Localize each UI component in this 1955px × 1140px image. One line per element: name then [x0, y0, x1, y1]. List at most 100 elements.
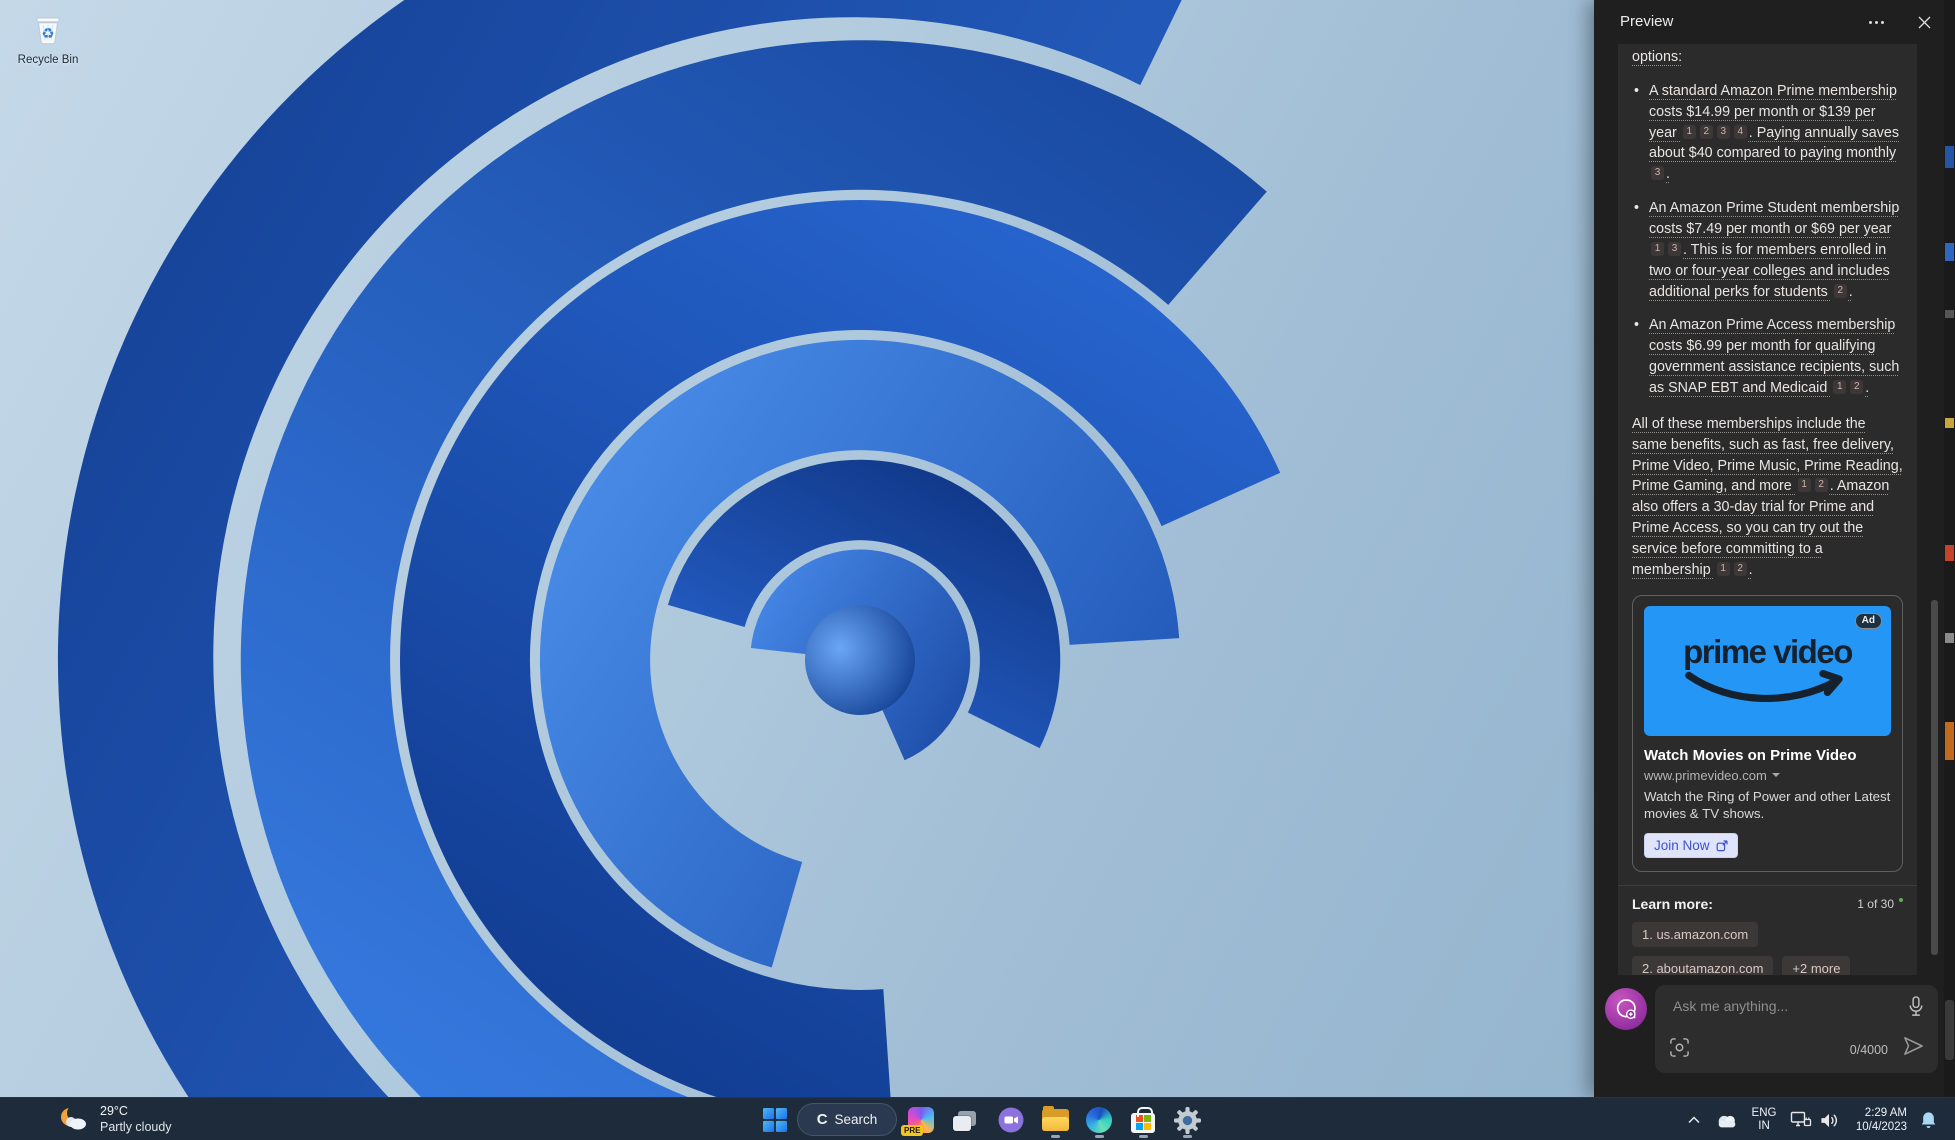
citation-chip[interactable]: 3 — [1651, 166, 1664, 180]
citation-chip[interactable]: 1 — [1683, 125, 1696, 139]
copilot-preview-badge: PRE — [901, 1125, 923, 1136]
learn-more-link[interactable]: 2. aboutamazon.com — [1632, 956, 1773, 975]
chat-input[interactable] — [1671, 997, 1881, 1015]
volume-tray-button[interactable] — [1814, 1103, 1844, 1137]
running-indicator — [1051, 1135, 1060, 1138]
citation-chip[interactable]: 1 — [1717, 562, 1730, 576]
partly-cloudy-night-icon — [56, 1103, 90, 1135]
settings-gear-icon — [1174, 1107, 1201, 1134]
weather-condition: Partly cloudy — [100, 1119, 172, 1135]
citation-chip[interactable]: 2 — [1700, 125, 1713, 139]
close-icon — [1918, 16, 1931, 29]
chat-button[interactable] — [993, 1103, 1029, 1137]
message-text: . — [1865, 380, 1869, 396]
notification-bell-icon — [1919, 1110, 1938, 1130]
citation-chip[interactable]: 2 — [1850, 380, 1863, 394]
chat-input-container: 0/4000 — [1655, 985, 1938, 1073]
join-now-label: Join Now — [1654, 838, 1710, 853]
screen: ♻ Recycle Bin Preview options:A standard… — [0, 0, 1955, 1140]
message-text: . — [1849, 284, 1853, 300]
more-options-icon — [1869, 21, 1884, 24]
clock-tray-button[interactable]: 2:29 AM 10/4/2023 — [1848, 1103, 1910, 1137]
task-view-button[interactable] — [948, 1103, 984, 1137]
citation-chip[interactable]: 3 — [1717, 125, 1730, 139]
citation-chip[interactable]: 2 — [1815, 478, 1828, 492]
learn-more-link[interactable]: 1. us.amazon.com — [1632, 922, 1758, 947]
chevron-down-icon — [1772, 773, 1780, 777]
tray-overflow-button[interactable] — [1681, 1103, 1707, 1137]
message-bullet: An Amazon Prime Student membership costs… — [1632, 198, 1903, 302]
language-code: ENG — [1752, 1107, 1777, 1120]
recycle-bin-shortcut[interactable]: ♻ Recycle Bin — [8, 6, 88, 66]
copilot-button[interactable]: PRE — [903, 1103, 939, 1137]
microphone-icon — [1906, 995, 1926, 1018]
learn-more-links: 1. us.amazon.com 2. aboutamazon.com +2 mor… — [1632, 922, 1903, 975]
panel-title: Preview — [1620, 13, 1673, 30]
message-clipped: options: — [1632, 47, 1903, 68]
notifications-button[interactable] — [1913, 1103, 1943, 1137]
running-indicator — [1095, 1135, 1104, 1138]
message-text: An Amazon Prime Student membership costs… — [1649, 200, 1899, 237]
search-box[interactable]: C Search — [797, 1103, 897, 1136]
join-now-button[interactable]: Join Now — [1644, 833, 1738, 858]
ad-description: Watch the Ring of Power and other Latest… — [1644, 788, 1891, 823]
ad-url[interactable]: www.primevideo.com — [1644, 768, 1891, 783]
ad-url-text: www.primevideo.com — [1644, 768, 1767, 783]
citation-chip[interactable]: 2 — [1734, 562, 1747, 576]
weather-temperature: 29°C — [100, 1103, 172, 1119]
microsoft-store-button[interactable] — [1125, 1103, 1161, 1137]
network-tray-button[interactable] — [1786, 1103, 1816, 1137]
assistant-message-bubble: options:A standard Amazon Prime membersh… — [1618, 44, 1917, 975]
running-indicator — [1183, 1135, 1192, 1138]
panel-scrollbar-thumb[interactable] — [1931, 600, 1938, 955]
citation-counter: 1 of 30 — [1857, 897, 1903, 911]
chat-sidebar-panel: Preview options:A standard Amazon Prime … — [1594, 0, 1955, 1097]
recycle-bin-label: Recycle Bin — [8, 54, 88, 66]
citation-chip[interactable]: 1 — [1651, 242, 1664, 256]
more-options-button[interactable] — [1864, 10, 1888, 34]
learn-more-row: Learn more: 1 of 30 — [1632, 896, 1903, 912]
ad-badge: Ad — [1855, 613, 1882, 629]
file-explorer-button[interactable] — [1037, 1103, 1073, 1137]
learn-more-label: Learn more: — [1632, 896, 1713, 912]
background-window-sliver — [1944, 0, 1955, 1097]
chevron-up-icon — [1687, 1114, 1701, 1126]
ad-banner[interactable]: Ad prime video — [1644, 606, 1891, 736]
taskbar: 29°C Partly cloudy C Search PRE — [0, 1097, 1955, 1140]
recycle-bin-icon: ♻ — [26, 6, 70, 48]
microphone-button[interactable] — [1906, 995, 1926, 1023]
close-button[interactable] — [1912, 10, 1936, 34]
visual-search-button[interactable] — [1669, 1037, 1690, 1063]
external-link-icon — [1716, 840, 1728, 852]
message-text: . This is for members enrolled in two or… — [1649, 242, 1890, 300]
svg-text:♻: ♻ — [41, 26, 54, 43]
learn-more-link[interactable]: +2 more — [1782, 956, 1850, 975]
citation-chip[interactable]: 1 — [1798, 478, 1811, 492]
citation-chip[interactable]: 4 — [1734, 125, 1747, 139]
message-paragraph: All of these memberships include the sam… — [1632, 414, 1903, 581]
citation-chip[interactable]: 2 — [1834, 284, 1847, 298]
weather-widget[interactable]: 29°C Partly cloudy — [48, 1101, 180, 1137]
settings-button[interactable] — [1169, 1103, 1205, 1137]
running-indicator — [1139, 1135, 1148, 1138]
character-counter: 0/4000 — [1850, 1043, 1888, 1057]
start-button[interactable] — [757, 1103, 793, 1137]
citation-chip[interactable]: 3 — [1668, 242, 1681, 256]
message-text: . — [1666, 166, 1670, 182]
new-topic-button[interactable] — [1605, 988, 1647, 1030]
prime-video-logo: prime video — [1683, 635, 1852, 668]
onedrive-tray-button[interactable] — [1712, 1103, 1742, 1137]
citation-chip[interactable]: 1 — [1833, 380, 1846, 394]
language-indicator[interactable]: ENG IN — [1747, 1103, 1781, 1137]
message-bullet: An Amazon Prime Access membership costs … — [1632, 315, 1903, 398]
divider — [1618, 885, 1917, 886]
ad-headline-link[interactable]: Watch Movies on Prime Video — [1644, 747, 1891, 764]
edge-browser-icon — [1086, 1107, 1112, 1133]
microsoft-store-icon — [1131, 1113, 1155, 1133]
ad-card: Ad prime video Watch Movies on Prime Vid… — [1632, 595, 1903, 873]
tray-date: 10/4/2023 — [1856, 1120, 1907, 1134]
send-button[interactable] — [1902, 1035, 1924, 1062]
panel-header: Preview — [1594, 0, 1955, 44]
volume-icon — [1818, 1111, 1840, 1130]
edge-button[interactable] — [1081, 1103, 1117, 1137]
